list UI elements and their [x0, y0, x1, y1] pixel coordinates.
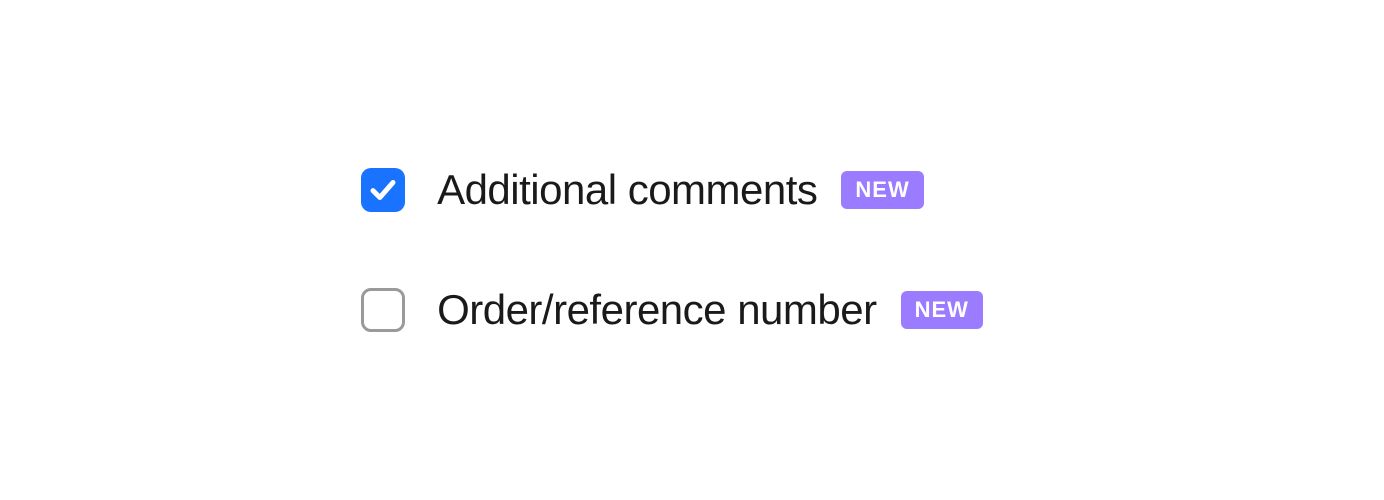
options-list: Additional comments NEW Order/reference …: [361, 166, 983, 334]
option-additional-comments: Additional comments NEW: [361, 166, 983, 214]
option-label: Order/reference number: [437, 286, 877, 334]
checkmark-icon: [368, 175, 398, 205]
checkbox-additional-comments[interactable]: [361, 168, 405, 212]
new-badge: NEW: [841, 171, 923, 209]
option-order-reference-number: Order/reference number NEW: [361, 286, 983, 334]
new-badge: NEW: [901, 291, 983, 329]
option-label: Additional comments: [437, 166, 817, 214]
checkbox-order-reference-number[interactable]: [361, 288, 405, 332]
